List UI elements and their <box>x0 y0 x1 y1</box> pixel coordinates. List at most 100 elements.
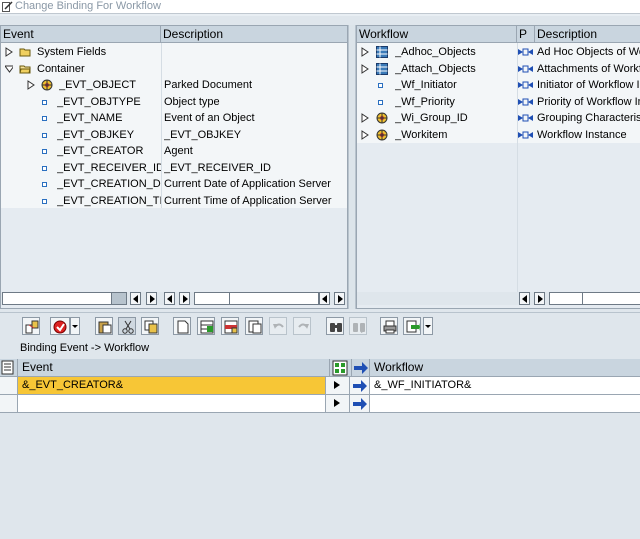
event-tree-hscroll[interactable] <box>1 292 347 305</box>
print-button[interactable] <box>380 317 398 335</box>
event-name: _EVT_OBJKEY <box>57 128 135 141</box>
binding-event-cell[interactable] <box>18 395 326 413</box>
event-tree-row[interactable]: _EVT_NAME Event of an Object <box>1 110 347 126</box>
workflow-description-column-header[interactable]: Description <box>535 26 640 43</box>
workflow-element-description: Workflow Instance <box>537 128 627 141</box>
scroll-track[interactable] <box>2 292 112 305</box>
expand-arrow-icon[interactable] <box>361 63 369 74</box>
row-selector[interactable] <box>0 377 18 395</box>
expand-arrow-icon[interactable] <box>5 47 13 57</box>
expand-arrow-icon[interactable] <box>27 80 35 90</box>
event-name: Container <box>37 62 85 75</box>
event-description-column-header[interactable]: Description <box>161 26 348 43</box>
toolbar <box>0 312 640 338</box>
workflow-tree-row[interactable]: _Wi_Group_ID Grouping Characteris <box>357 110 640 126</box>
redo-button[interactable] <box>293 317 311 335</box>
event-description: _EVT_OBJKEY <box>164 128 242 141</box>
binding-section-title: Binding Event -> Workflow <box>20 342 150 354</box>
event-tree-row[interactable]: _EVT_OBJECT Parked Document <box>1 77 347 93</box>
workflow-element-description: Initiator of Workflow In <box>537 79 640 91</box>
find-button[interactable] <box>326 317 344 335</box>
row-selector[interactable] <box>0 395 18 413</box>
binding-icon <box>25 320 39 334</box>
workflow-tree-row[interactable]: _Wf_Initiator Initiator of Workflow In <box>357 77 640 93</box>
binding-direction-cell[interactable] <box>350 377 370 395</box>
scroll-right-button[interactable] <box>179 292 190 305</box>
event-tree-row[interactable]: _EVT_CREATION_D Current Date of Applicati… <box>1 176 347 192</box>
scroll-left-button[interactable] <box>519 292 530 305</box>
binding-workflow-cell[interactable]: &_WF_INITIATOR& <box>370 377 640 395</box>
delete-row-button[interactable] <box>245 317 263 335</box>
check-dropdown-button[interactable] <box>70 317 80 335</box>
check-button[interactable] <box>50 317 70 335</box>
event-name: _EVT_OBJECT <box>59 79 137 91</box>
paste-button[interactable] <box>95 317 113 335</box>
workflow-column-header[interactable]: Workflow <box>357 26 517 43</box>
event-tree-row[interactable]: _EVT_RECEIVER_ID _EVT_RECEIVER_ID <box>1 160 347 176</box>
element-icon <box>42 99 47 105</box>
event-name: _EVT_RECEIVER_ID <box>57 161 161 174</box>
new-row-button[interactable] <box>173 317 191 335</box>
triangle-right-icon <box>334 399 340 407</box>
find-next-icon <box>353 323 365 333</box>
redo-icon <box>298 323 309 329</box>
event-tree-row[interactable]: System Fields <box>1 44 347 60</box>
workflow-tree-row[interactable]: _Adhoc_Objects Ad Hoc Objects of Wo <box>357 44 640 60</box>
scroll-thumb[interactable] <box>549 292 583 305</box>
select-all-button[interactable] <box>0 359 18 377</box>
workflow-element-name: _Workitem <box>395 128 448 141</box>
scroll-left-button[interactable] <box>130 292 141 305</box>
export-button[interactable] <box>403 317 421 335</box>
workflow-tree-row[interactable]: _Workitem Workflow Instance <box>357 127 640 143</box>
workflow-tree-row[interactable]: _Attach_Objects Attachments of Workfl <box>357 61 640 77</box>
binding-event-column-header[interactable]: Event <box>18 359 330 377</box>
workflow-tree-panel: Workflow P Description _Adhoc_Objects Ad … <box>356 25 640 309</box>
generate-binding-button[interactable] <box>22 317 40 335</box>
element-icon <box>378 83 383 88</box>
scroll-right-button[interactable] <box>534 292 545 305</box>
scroll-left-button[interactable] <box>319 292 330 305</box>
scroll-thumb[interactable] <box>111 292 127 305</box>
find-next-button[interactable] <box>349 317 367 335</box>
expand-arrow-icon[interactable] <box>361 47 369 57</box>
binding-workflow-cell[interactable] <box>370 395 640 413</box>
export-dropdown-button[interactable] <box>423 317 433 335</box>
binding-direction-cell[interactable] <box>350 395 370 413</box>
undo-button[interactable] <box>269 317 287 335</box>
event-column-header[interactable]: Event <box>1 26 161 43</box>
append-row-button[interactable] <box>221 317 239 335</box>
value-help-button[interactable] <box>326 395 350 413</box>
scroll-right-button[interactable] <box>334 292 345 305</box>
cut-button[interactable] <box>118 317 136 335</box>
expand-arrow-icon[interactable] <box>361 129 369 140</box>
event-tree-row[interactable]: _EVT_OBJTYPE Object type <box>1 94 347 110</box>
event-description: Current Time of Application Server <box>164 194 332 207</box>
binding-workflow-column-header[interactable]: Workflow <box>370 359 640 377</box>
collapse-arrow-icon[interactable] <box>5 64 13 74</box>
binding-table: Event Workflow &_EVT_CREATOR& &_WF_INITIA… <box>0 359 640 539</box>
expand-arrow-icon[interactable] <box>361 113 369 123</box>
scroll-right-button[interactable] <box>146 292 157 305</box>
scroll-thumb[interactable] <box>229 292 319 305</box>
binding-event-cell[interactable]: &_EVT_CREATOR& <box>18 377 326 395</box>
delete-row-icon <box>248 320 262 334</box>
event-tree-row[interactable]: _EVT_CREATION_TI Current Time of Applicat… <box>1 193 347 209</box>
p-column-header[interactable]: P <box>517 26 535 43</box>
workflow-tree-hscroll[interactable] <box>357 292 640 305</box>
arrow-direction-header[interactable] <box>352 359 370 377</box>
binding-direction-header[interactable] <box>330 359 352 377</box>
event-tree-row[interactable]: Container <box>1 61 347 77</box>
insert-row-button[interactable] <box>197 317 215 335</box>
chevron-down-icon <box>425 325 431 328</box>
scroll-left-button[interactable] <box>164 292 175 305</box>
event-tree-row[interactable]: _EVT_OBJKEY _EVT_OBJKEY <box>1 127 347 143</box>
grid-icon <box>332 360 348 376</box>
value-help-button[interactable] <box>326 377 350 395</box>
undo-icon <box>273 323 284 329</box>
panel-splitter[interactable] <box>348 25 356 309</box>
event-tree-row[interactable]: _EVT_CREATOR Agent <box>1 143 347 159</box>
workflow-tree-row[interactable]: _Wf_Priority Priority of Workflow In <box>357 94 640 110</box>
right-arrow-icon <box>353 380 367 392</box>
event-name: _EVT_CREATOR <box>57 145 144 157</box>
copy-button[interactable] <box>141 317 159 335</box>
